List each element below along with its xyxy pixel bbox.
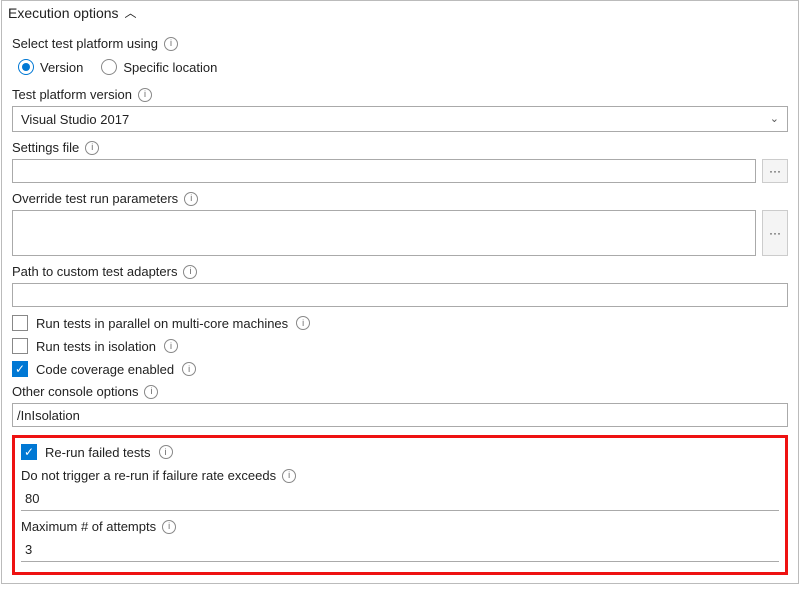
radio-version-label: Version [40, 60, 83, 75]
isolation-label: Run tests in isolation [36, 339, 156, 354]
parallel-checkbox[interactable] [12, 315, 28, 331]
radio-icon [101, 59, 117, 75]
settings-file-group: Settings file i ··· [12, 140, 788, 183]
rerun-highlight-box: ✓ Re-run failed tests i Do not trigger a… [12, 435, 788, 575]
info-icon[interactable]: i [85, 141, 99, 155]
info-icon[interactable]: i [162, 520, 176, 534]
console-options-label: Other console options [12, 384, 138, 399]
info-icon[interactable]: i [182, 362, 196, 376]
info-icon[interactable]: i [183, 265, 197, 279]
radio-icon [18, 59, 34, 75]
expand-button[interactable]: ··· [762, 210, 788, 256]
chevron-down-icon: ⌄ [770, 112, 779, 125]
max-attempts-input[interactable]: 3 [21, 538, 779, 562]
custom-adapters-input[interactable] [12, 283, 788, 307]
parallel-label: Run tests in parallel on multi-core mach… [36, 316, 288, 331]
parallel-check-row: Run tests in parallel on multi-core mach… [12, 315, 788, 331]
custom-adapters-group: Path to custom test adapters i [12, 264, 788, 307]
info-icon[interactable]: i [184, 192, 198, 206]
coverage-checkbox[interactable]: ✓ [12, 361, 28, 377]
panel-title: Execution options [8, 5, 119, 21]
isolation-checkbox[interactable] [12, 338, 28, 354]
platform-version-group: Test platform version i Visual Studio 20… [12, 87, 788, 132]
info-icon[interactable]: i [164, 339, 178, 353]
console-options-value[interactable]: /InIsolation [17, 408, 80, 423]
rerun-checkbox[interactable]: ✓ [21, 444, 37, 460]
console-options-group: Other console options i /InIsolation [12, 384, 788, 427]
failure-rate-label: Do not trigger a re-run if failure rate … [21, 468, 276, 483]
platform-radio-group: Version Specific location [18, 59, 788, 75]
failure-rate-value: 80 [25, 491, 39, 506]
panel-body: Select test platform using i Version Spe… [2, 24, 798, 583]
custom-adapters-label: Path to custom test adapters [12, 264, 177, 279]
isolation-check-row: Run tests in isolation i [12, 338, 788, 354]
override-params-label: Override test run parameters [12, 191, 178, 206]
panel-header[interactable]: Execution options ︿ [2, 1, 798, 24]
radio-specific-label: Specific location [123, 60, 217, 75]
coverage-label: Code coverage enabled [36, 362, 174, 377]
platform-version-value: Visual Studio 2017 [21, 112, 129, 127]
max-attempts-label: Maximum # of attempts [21, 519, 156, 534]
platform-version-select[interactable]: Visual Studio 2017 ⌄ [12, 106, 788, 132]
settings-file-label: Settings file [12, 140, 79, 155]
execution-options-panel: Execution options ︿ Select test platform… [1, 0, 799, 584]
browse-button[interactable]: ··· [762, 159, 788, 183]
rerun-label: Re-run failed tests [45, 445, 151, 460]
platform-version-label: Test platform version [12, 87, 132, 102]
platform-select-label-row: Select test platform using i [12, 36, 788, 51]
platform-select-label: Select test platform using [12, 36, 158, 51]
info-icon[interactable]: i [144, 385, 158, 399]
info-icon[interactable]: i [138, 88, 152, 102]
radio-specific-location[interactable]: Specific location [101, 59, 217, 75]
settings-file-input[interactable] [12, 159, 756, 183]
override-params-input[interactable] [12, 210, 756, 256]
max-attempts-value: 3 [25, 542, 32, 557]
chevron-up-icon: ︿ [125, 4, 137, 21]
info-icon[interactable]: i [282, 469, 296, 483]
radio-version[interactable]: Version [18, 59, 83, 75]
info-icon[interactable]: i [296, 316, 310, 330]
override-params-group: Override test run parameters i ··· [12, 191, 788, 256]
info-icon[interactable]: i [159, 445, 173, 459]
coverage-check-row: ✓ Code coverage enabled i [12, 361, 788, 377]
info-icon[interactable]: i [164, 37, 178, 51]
rerun-check-row: ✓ Re-run failed tests i [21, 444, 779, 460]
failure-rate-input[interactable]: 80 [21, 487, 779, 511]
